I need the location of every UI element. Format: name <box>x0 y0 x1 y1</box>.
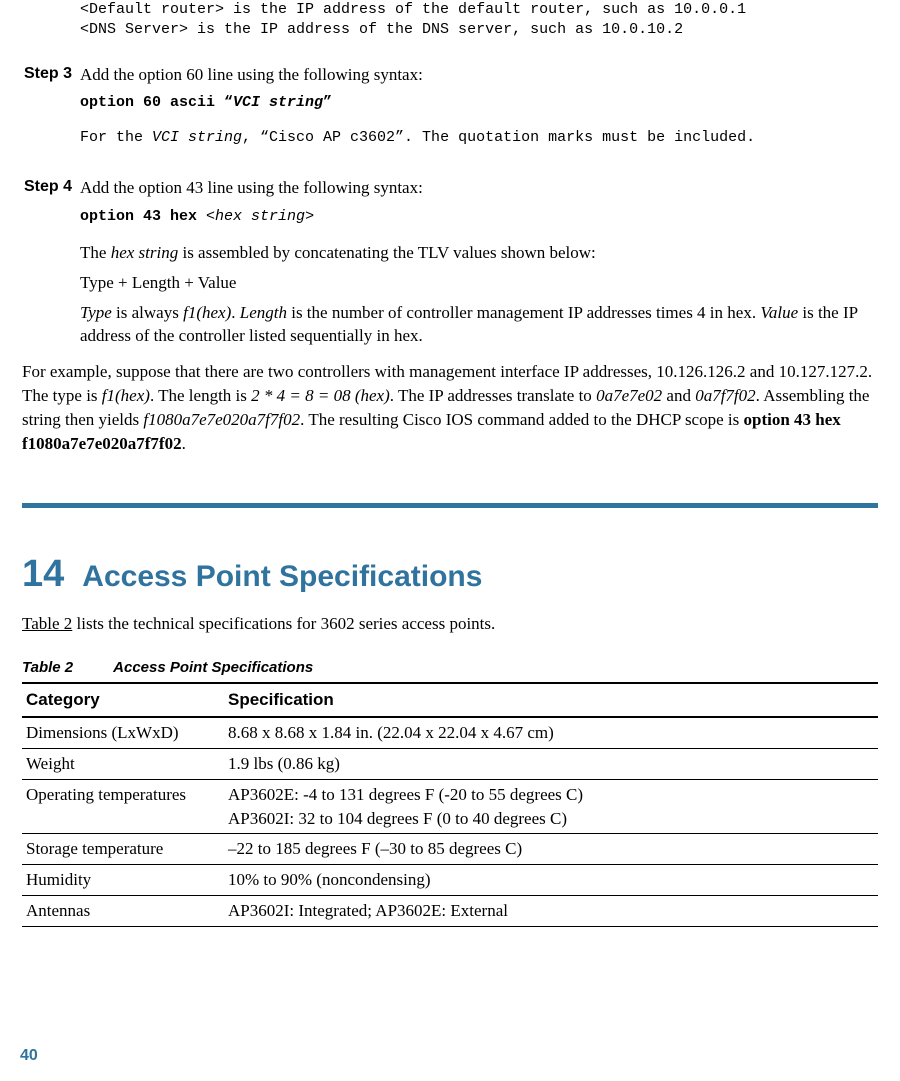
step-text: Add the option 43 line using the followi… <box>80 176 878 200</box>
table-row: Operating temperatures AP3602E: -4 to 13… <box>22 779 878 834</box>
step-3: Step 3 Add the option 60 line using the … <box>24 63 878 171</box>
page-number: 40 <box>20 1045 38 1067</box>
th-category: Category <box>22 683 224 717</box>
text: is always <box>112 303 183 322</box>
text: lists the technical specifications for 3… <box>72 614 495 633</box>
section-title: Access Point Specifications <box>82 560 482 593</box>
italic-text: Value <box>760 303 798 322</box>
td-category: Humidity <box>22 865 224 896</box>
table-header-row: Category Specification <box>22 683 878 717</box>
syntax-line: option 43 hex <hex string> <box>80 206 878 227</box>
table-link[interactable]: Table 2 <box>22 614 72 633</box>
section-header: 14 Access Point Specifications <box>22 548 878 601</box>
specs-table: Category Specification Dimensions (LxWxD… <box>22 682 878 926</box>
table-title: Table 2 Access Point Specifications <box>22 657 878 678</box>
td-category: Operating temperatures <box>22 779 224 834</box>
intro-para: Table 2 lists the technical specificatio… <box>22 612 878 636</box>
syntax-suffix: ” <box>323 94 332 111</box>
italic-text: Type <box>80 303 112 322</box>
table-caption: Access Point Specifications <box>113 659 313 676</box>
italic-text: hex string <box>111 243 179 262</box>
text: . <box>231 303 240 322</box>
italic-text: 0a7e7e02 <box>596 386 662 405</box>
text: The <box>80 243 111 262</box>
note-suffix: , “Cisco AP c3602”. The quotation marks … <box>242 129 755 146</box>
text: is assembled by concatenating the TLV va… <box>178 243 596 262</box>
step4-para2: Type + Length + Value <box>80 271 878 295</box>
table-row: Storage temperature –22 to 185 degrees F… <box>22 834 878 865</box>
td-spec: –22 to 185 degrees F (–30 to 85 degrees … <box>224 834 878 865</box>
syntax-line: option 60 ascii “VCI string” <box>80 92 878 113</box>
syntax-open: < <box>206 208 215 225</box>
syntax-var: hex string <box>215 208 305 225</box>
syntax-prefix: option 60 ascii “ <box>80 94 233 111</box>
text: . The IP addresses translate to <box>390 386 596 405</box>
note-var: VCI string <box>152 129 242 146</box>
step-4: Step 4 Add the option 43 line using the … <box>24 176 878 354</box>
mono-note: For the VCI string, “Cisco AP c3602”. Th… <box>80 127 878 148</box>
text: . The length is <box>150 386 251 405</box>
table-row: Humidity 10% to 90% (noncondensing) <box>22 865 878 896</box>
table-row: Weight 1.9 lbs (0.86 kg) <box>22 749 878 780</box>
td-category: Storage temperature <box>22 834 224 865</box>
td-category: Antennas <box>22 896 224 927</box>
td-spec: 1.9 lbs (0.86 kg) <box>224 749 878 780</box>
th-specification: Specification <box>224 683 878 717</box>
text: . <box>182 434 186 453</box>
step-label: Step 4 <box>24 176 80 354</box>
text: and <box>662 386 695 405</box>
example-para: For example, suppose that there are two … <box>22 360 878 455</box>
syntax-var: VCI string <box>233 94 323 111</box>
section-number: 14 <box>22 548 64 601</box>
italic-text: Length <box>240 303 287 322</box>
note-prefix: For the <box>80 129 152 146</box>
code-block-top: <Default router> is the IP address of th… <box>80 0 878 41</box>
syntax-close: > <box>305 208 314 225</box>
table-label: Table 2 <box>22 659 73 676</box>
table-row: Dimensions (LxWxD) 8.68 x 8.68 x 1.84 in… <box>22 717 878 748</box>
italic-text: f1080a7e7e020a7f7f02 <box>143 410 300 429</box>
step4-para1: The hex string is assembled by concatena… <box>80 241 878 265</box>
italic-text: 0a7f7f02 <box>695 386 755 405</box>
td-spec: AP3602E: -4 to 131 degrees F (-20 to 55 … <box>224 779 878 834</box>
section-divider <box>22 503 878 508</box>
italic-text: f1(hex) <box>183 303 231 322</box>
code-line: <DNS Server> is the IP address of the DN… <box>80 20 878 40</box>
td-category: Weight <box>22 749 224 780</box>
td-category: Dimensions (LxWxD) <box>22 717 224 748</box>
step-label: Step 3 <box>24 63 80 171</box>
italic-text: 2 * 4 = 8 = 08 (hex) <box>251 386 390 405</box>
italic-text: f1(hex) <box>102 386 150 405</box>
step-text: Add the option 60 line using the followi… <box>80 63 878 87</box>
table-row: Antennas AP3602I: Integrated; AP3602E: E… <box>22 896 878 927</box>
text: is the number of controller management I… <box>287 303 760 322</box>
code-line: <Default router> is the IP address of th… <box>80 0 878 20</box>
syntax-prefix: option 43 hex <box>80 208 206 225</box>
td-spec: AP3602I: Integrated; AP3602E: External <box>224 896 878 927</box>
text: . The resulting Cisco IOS command added … <box>300 410 743 429</box>
td-spec: 8.68 x 8.68 x 1.84 in. (22.04 x 22.04 x … <box>224 717 878 748</box>
step4-para3: Type is always f1(hex). Length is the nu… <box>80 301 878 349</box>
td-spec: 10% to 90% (noncondensing) <box>224 865 878 896</box>
